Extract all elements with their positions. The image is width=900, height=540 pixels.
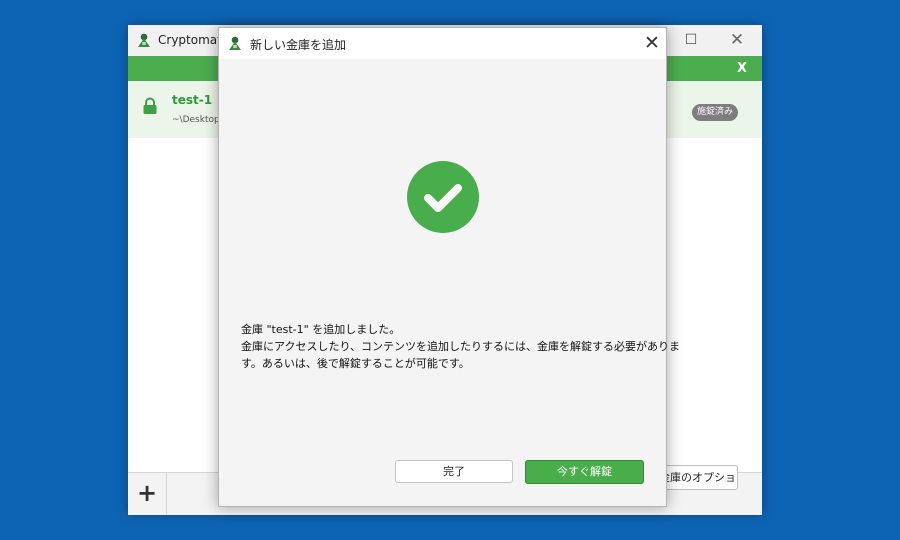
dialog-close-button[interactable]: ✕: [640, 31, 664, 55]
add-vault-dialog: 新しい金庫を追加 ✕ 金庫 "test-1" を追加しました。 金庫にアクセスし…: [218, 27, 681, 507]
done-button[interactable]: 完了: [395, 460, 513, 483]
vault-options-label: 金庫のオプション: [659, 471, 737, 484]
unlock-now-button[interactable]: 今すぐ解錠: [525, 460, 644, 484]
vault-options-button[interactable]: 金庫のオプション: [658, 465, 738, 490]
cryptomator-logo-icon: [136, 32, 152, 48]
vault-name: test-1: [172, 93, 213, 107]
add-vault-button[interactable]: +: [128, 473, 167, 514]
banner-close-button[interactable]: X: [734, 61, 750, 76]
checkmark-circle-icon: [407, 161, 479, 233]
message-line: 金庫 "test-1" を追加しました。: [241, 323, 401, 336]
status-badge: 施錠済み: [692, 104, 738, 121]
message-line: 金庫にアクセスしたり、コンテンツを追加したりするには、金庫を解錠する必要がありま: [241, 340, 681, 353]
main-close-button[interactable]: ✕: [726, 30, 748, 50]
lock-icon: [142, 97, 158, 115]
dialog-titlebar: 新しい金庫を追加 ✕: [219, 28, 666, 59]
message-line: す。あるいは、後で解錠することが可能です。: [241, 357, 470, 370]
dialog-title: 新しい金庫を追加: [250, 38, 347, 52]
dialog-message: 金庫 "test-1" を追加しました。 金庫にアクセスしたり、コンテンツを追加…: [241, 321, 681, 372]
cryptomator-logo-icon: [227, 35, 243, 51]
maximize-button[interactable]: ☐: [680, 31, 702, 49]
vault-path: ~\Desktop: [172, 115, 220, 125]
